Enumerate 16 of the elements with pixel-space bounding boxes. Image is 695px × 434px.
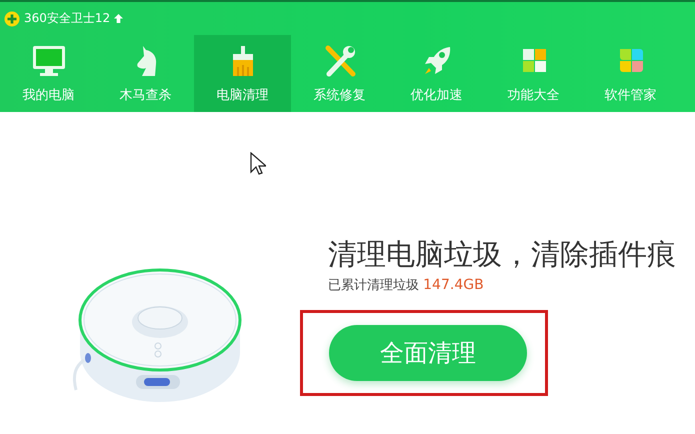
app-title: 360安全卫士12: [24, 10, 110, 27]
upgrade-arrow-icon[interactable]: [114, 14, 124, 23]
nav-tab[interactable]: 系统修复: [291, 35, 388, 112]
nav-tab[interactable]: 优化加速: [388, 35, 485, 112]
full-cleanup-button[interactable]: 全面清理: [329, 325, 527, 381]
nav-tab[interactable]: 功能大全: [485, 35, 582, 112]
nav-tab[interactable]: 我的电脑: [0, 35, 97, 112]
mouse-cursor-icon: [250, 152, 266, 176]
nav-tab[interactable]: 软件管家: [582, 35, 679, 112]
wrench-screwdriver-icon: [322, 45, 356, 77]
nav-tab[interactable]: 木马查杀: [97, 35, 194, 112]
cleaned-total-text: 已累计清理垃圾 147.4GB: [328, 276, 485, 294]
nav-tab[interactable]: 电脑清理: [194, 35, 291, 112]
monitor-icon: [32, 45, 66, 77]
logo-icon: [4, 10, 20, 26]
cleanup-headline: 清理电脑垃圾，清除插件痕: [328, 236, 677, 272]
